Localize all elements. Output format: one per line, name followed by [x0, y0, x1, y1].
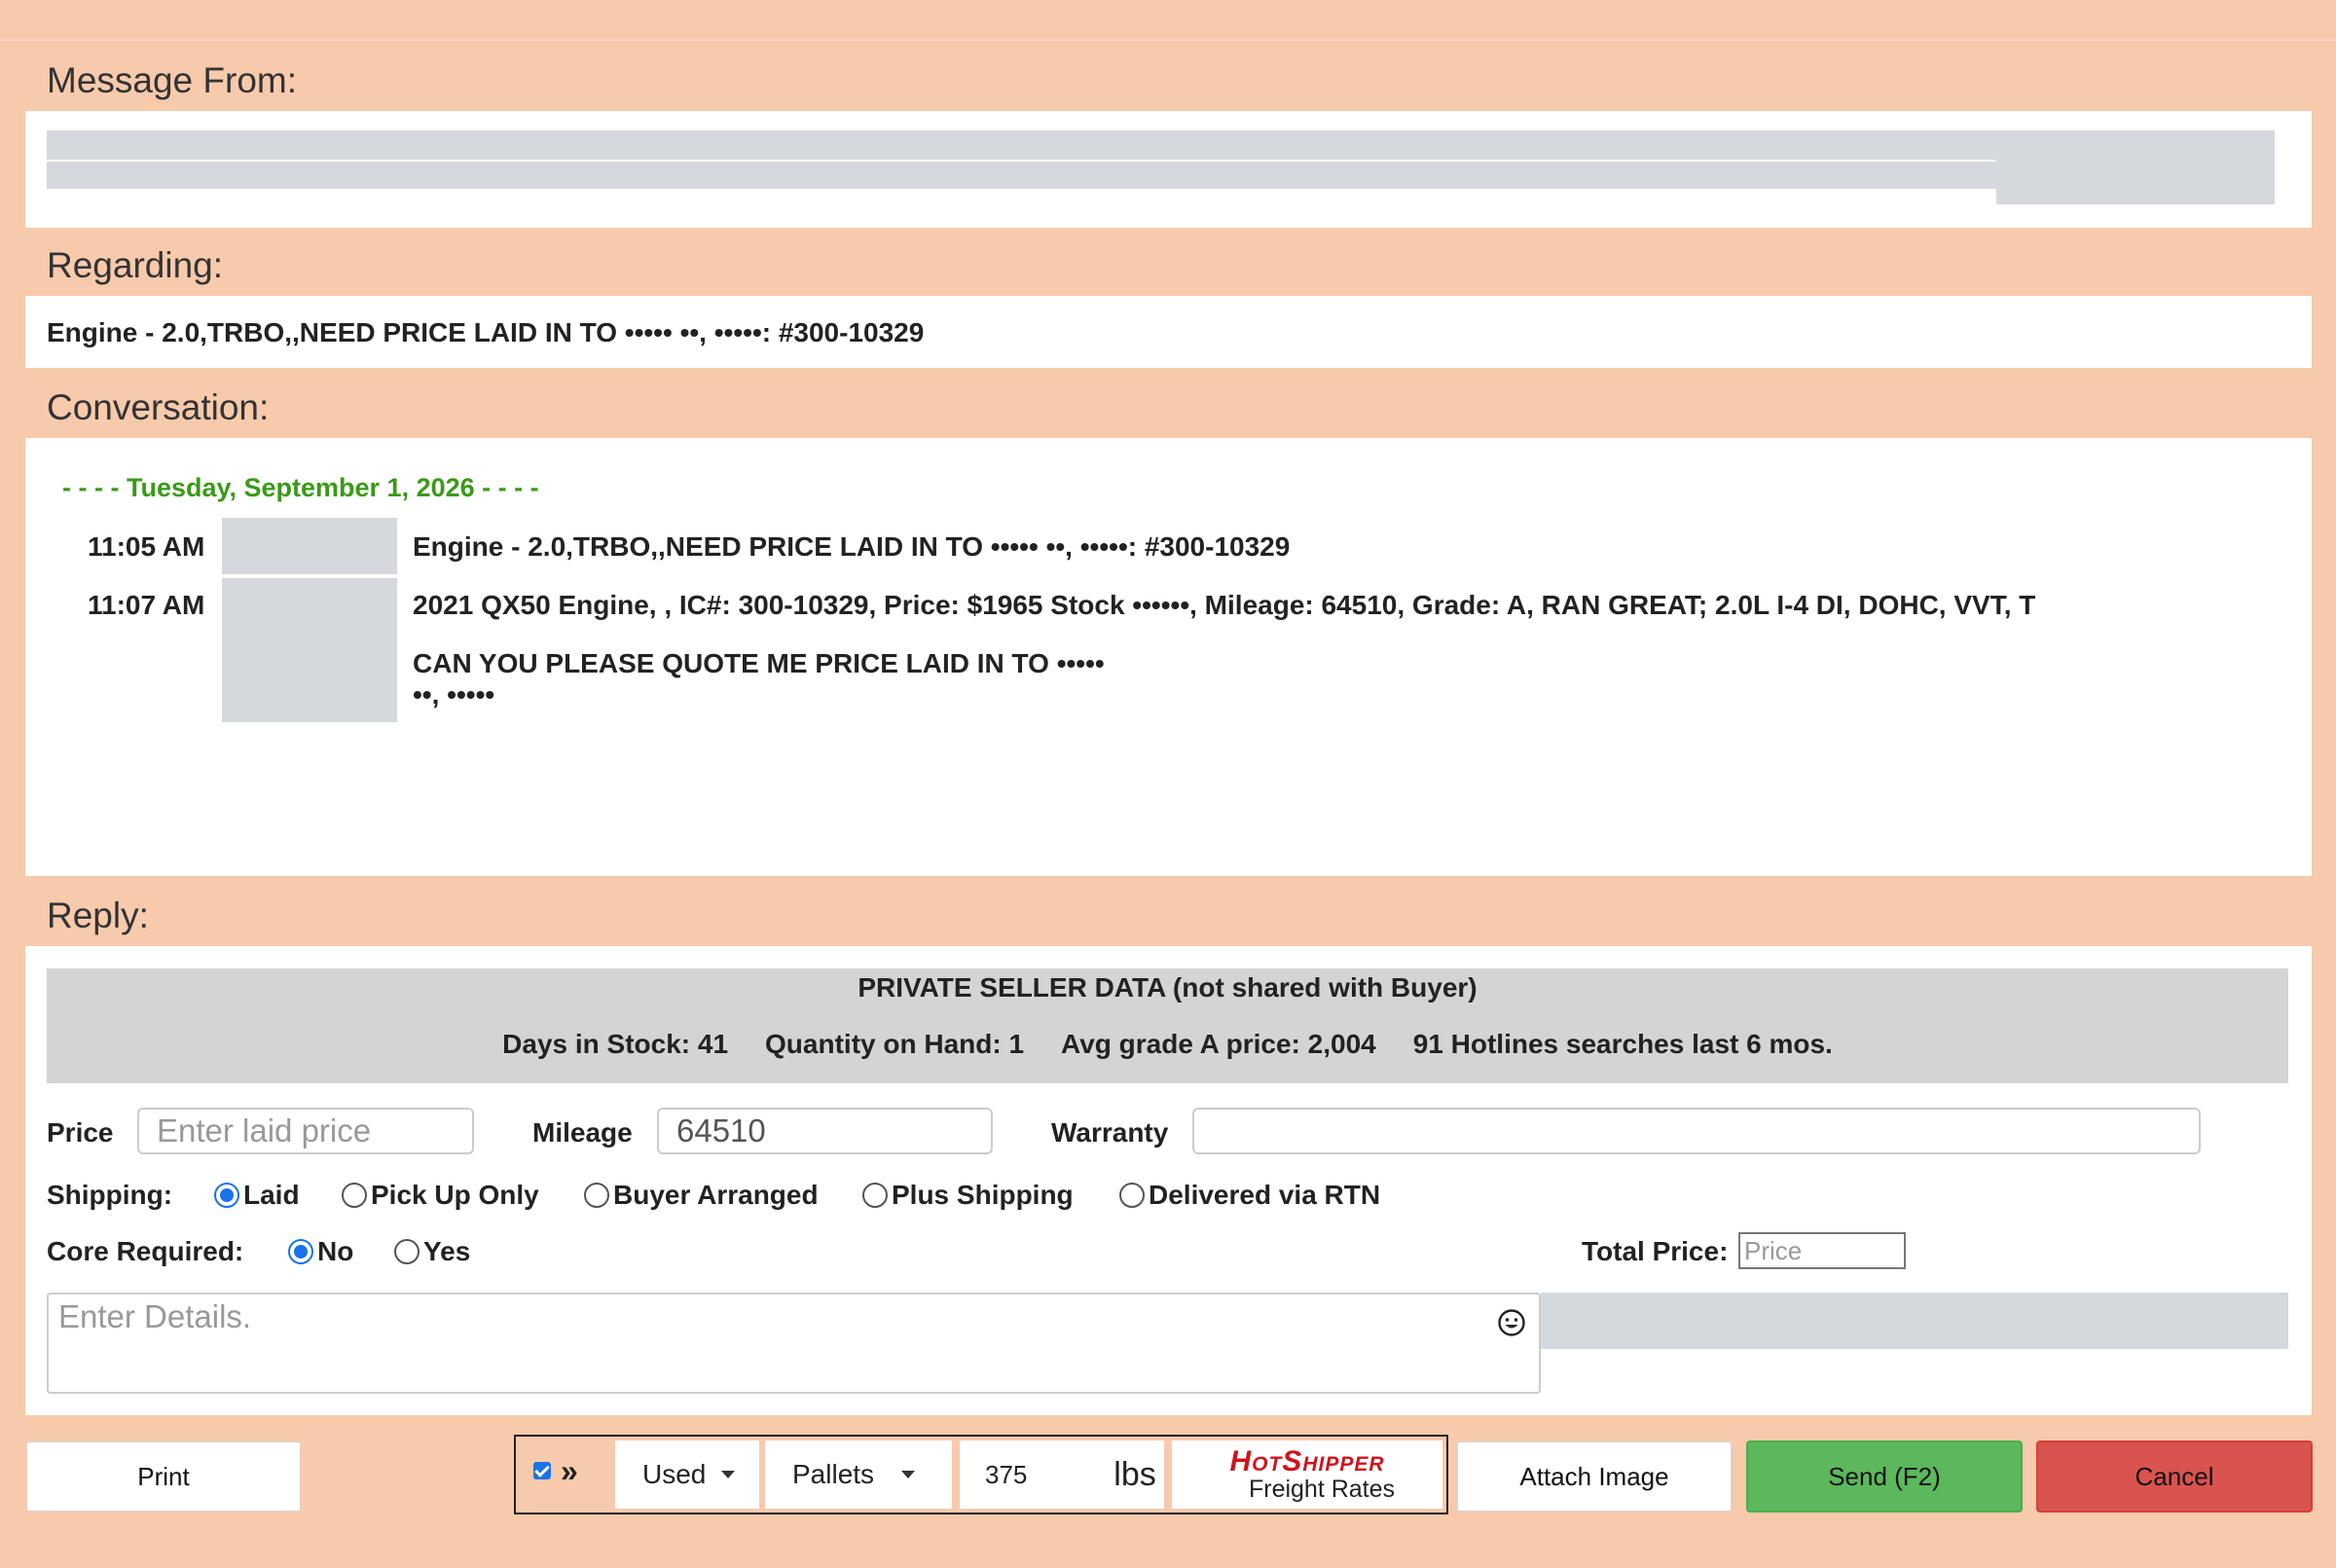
weight-unit: lbs — [1106, 1440, 1164, 1509]
redacted-avatar — [222, 578, 397, 722]
redacted-attachment-area — [1541, 1293, 2288, 1349]
redacted-avatar — [222, 518, 397, 574]
mileage-input[interactable] — [657, 1108, 993, 1154]
caret-down-icon — [721, 1471, 736, 1478]
condition-select[interactable]: Used — [615, 1440, 759, 1509]
radio[interactable] — [584, 1183, 609, 1208]
radio-selected[interactable] — [288, 1239, 313, 1264]
top-border — [0, 0, 2336, 41]
reply-label: Reply: — [47, 895, 149, 935]
radio[interactable] — [1119, 1183, 1145, 1208]
price-label: Price — [47, 1117, 114, 1148]
private-seller-data: PRIVATE SELLER DATA (not shared with Buy… — [47, 968, 2288, 1083]
shipping-option-pickup[interactable]: Pick Up Only — [342, 1180, 539, 1211]
radio[interactable] — [862, 1183, 888, 1208]
redacted-sender-block — [1996, 130, 2275, 204]
stat-searches: 91 Hotlines searches last 6 mos. — [1412, 1029, 1833, 1059]
cancel-button[interactable]: Cancel — [2036, 1440, 2313, 1513]
message-time: 11:05 AM — [88, 531, 205, 562]
message-time: 11:07 AM — [88, 590, 205, 620]
stat-avg-price: Avg grade A price: 2,004 — [1061, 1029, 1376, 1059]
freight-rates-label: Freight Rates — [1248, 1476, 1396, 1503]
message-text: ••, ••••• — [413, 679, 495, 710]
conversation-date: - - - - Tuesday, September 1, 2026 - - -… — [62, 473, 539, 502]
caret-down-icon — [901, 1471, 916, 1478]
core-option-yes[interactable]: Yes — [394, 1236, 470, 1267]
print-button[interactable]: Print — [25, 1440, 302, 1513]
shipping-option-laid[interactable]: Laid — [214, 1180, 300, 1211]
hotshipper-logo: HotShipper — [1229, 1445, 1385, 1477]
regarding-text: Engine - 2.0,TRBO,,NEED PRICE LAID IN TO… — [47, 317, 925, 347]
freight-toggle[interactable]: » — [533, 1453, 578, 1488]
stat-quantity: Quantity on Hand: 1 — [765, 1029, 1025, 1059]
price-input[interactable] — [137, 1108, 474, 1154]
hotshipper-freight-button[interactable]: HotShipper Freight Rates — [1172, 1440, 1442, 1509]
freight-toolbar: » Used Pallets 375 lbs HotShipper Freigh… — [514, 1435, 1448, 1514]
total-price-label: Total Price: — [1582, 1236, 1729, 1266]
shipping-option-plus-shipping[interactable]: Plus Shipping — [862, 1180, 1074, 1211]
warranty-input[interactable] — [1192, 1108, 2201, 1154]
message-text: 2021 QX50 Engine, , IC#: 300-10329, Pric… — [413, 590, 2036, 620]
private-title: PRIVATE SELLER DATA (not shared with Buy… — [858, 972, 1478, 1003]
details-textarea[interactable] — [47, 1293, 1541, 1394]
stat-days-in-stock: Days in Stock: 41 — [502, 1029, 729, 1059]
conversation-label: Conversation: — [47, 387, 270, 427]
message-text: Engine - 2.0,TRBO,,NEED PRICE LAID IN TO… — [413, 531, 1291, 562]
warranty-label: Warranty — [1051, 1117, 1169, 1148]
message-from-panel — [25, 111, 2312, 228]
redacted-sender — [47, 130, 2023, 160]
emoji-icon[interactable] — [1497, 1308, 1526, 1337]
weight-input[interactable]: 375 — [960, 1440, 1106, 1509]
attach-image-button[interactable]: Attach Image — [1456, 1440, 1733, 1513]
unit-select[interactable]: Pallets — [765, 1440, 952, 1509]
total-price-input[interactable] — [1738, 1232, 1906, 1269]
core-option-no[interactable]: No — [288, 1236, 353, 1267]
send-button[interactable]: Send (F2) — [1746, 1440, 2023, 1513]
message-from-label: Message From: — [47, 60, 298, 100]
message-text: CAN YOU PLEASE QUOTE ME PRICE LAID IN TO… — [413, 648, 1105, 678]
radio-selected[interactable] — [214, 1183, 239, 1208]
shipping-label: Shipping: — [47, 1180, 173, 1210]
regarding-label: Regarding: — [47, 245, 224, 285]
core-required-label: Core Required: — [47, 1236, 244, 1266]
mileage-label: Mileage — [532, 1117, 633, 1148]
radio[interactable] — [394, 1239, 420, 1264]
redacted-sender-line2 — [47, 162, 2023, 189]
shipping-option-rtn[interactable]: Delivered via RTN — [1119, 1180, 1380, 1211]
radio[interactable] — [342, 1183, 367, 1208]
private-stats: Days in Stock: 41 Quantity on Hand: 1 Av… — [47, 1029, 2288, 1060]
shipping-option-buyer-arranged[interactable]: Buyer Arranged — [584, 1180, 819, 1211]
double-chevron-icon: » — [561, 1453, 578, 1488]
freight-checkbox[interactable] — [533, 1462, 551, 1479]
